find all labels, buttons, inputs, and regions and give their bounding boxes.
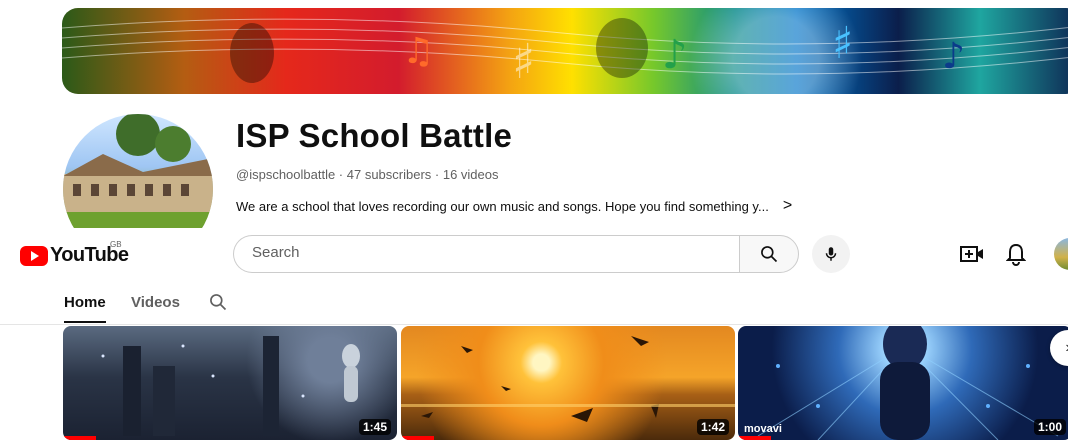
svg-text:♯: ♯ bbox=[832, 18, 853, 69]
watch-progress-bar bbox=[401, 436, 435, 440]
masthead: YouTube GB bbox=[0, 228, 1068, 280]
channel-description[interactable]: We are a school that loves recording our… bbox=[236, 197, 792, 215]
create-button[interactable] bbox=[960, 244, 984, 269]
svg-text:♫: ♫ bbox=[402, 31, 434, 72]
svg-text:♪: ♪ bbox=[662, 32, 688, 78]
watch-progress-bar bbox=[738, 436, 772, 440]
youtube-logo[interactable]: YouTube GB bbox=[20, 240, 129, 267]
svg-text:♪: ♪ bbox=[942, 36, 965, 77]
video-duration: 1:45 bbox=[358, 419, 391, 435]
notifications-button[interactable] bbox=[1005, 242, 1027, 271]
search-input[interactable] bbox=[250, 243, 714, 262]
youtube-play-icon bbox=[20, 245, 48, 266]
search-icon bbox=[761, 246, 778, 263]
user-avatar[interactable] bbox=[1054, 238, 1068, 270]
chevron-right-icon[interactable]: > bbox=[783, 197, 792, 215]
video-duration: 1:00 bbox=[1033, 419, 1066, 435]
channel-title: ISP School Battle bbox=[236, 117, 513, 154]
video-thumbnail[interactable]: 1:42 bbox=[401, 326, 735, 440]
tab-home[interactable]: Home bbox=[64, 294, 106, 323]
channel-description-text: We are a school that loves recording our… bbox=[236, 198, 769, 214]
channel-banner: ♯ ♯ ♪ ♫ ♪ bbox=[62, 8, 1068, 94]
watch-progress-bar bbox=[63, 436, 97, 440]
video-thumbnail[interactable]: 1:45 bbox=[63, 326, 397, 440]
search-button[interactable] bbox=[739, 235, 799, 273]
country-code: GB bbox=[110, 240, 122, 249]
voice-search-button[interactable] bbox=[812, 235, 850, 273]
video-thumbnail[interactable]: movavi 1:00 bbox=[738, 326, 1068, 440]
video-duration: 1:42 bbox=[696, 419, 729, 435]
channel-search-button[interactable] bbox=[208, 292, 228, 317]
channel-tabs: Home Videos bbox=[0, 280, 1068, 325]
svg-text:♯: ♯ bbox=[512, 34, 535, 90]
search-icon bbox=[210, 294, 227, 311]
search-box[interactable] bbox=[233, 235, 740, 273]
movavi-watermark: movavi bbox=[744, 423, 782, 435]
channel-meta: @ispschoolbattle · 47 subscribers · 16 v… bbox=[236, 167, 499, 182]
tab-videos[interactable]: Videos bbox=[131, 294, 180, 311]
microphone-icon bbox=[825, 247, 837, 261]
create-video-icon bbox=[960, 246, 983, 262]
notifications-bell-icon bbox=[1005, 243, 1027, 266]
